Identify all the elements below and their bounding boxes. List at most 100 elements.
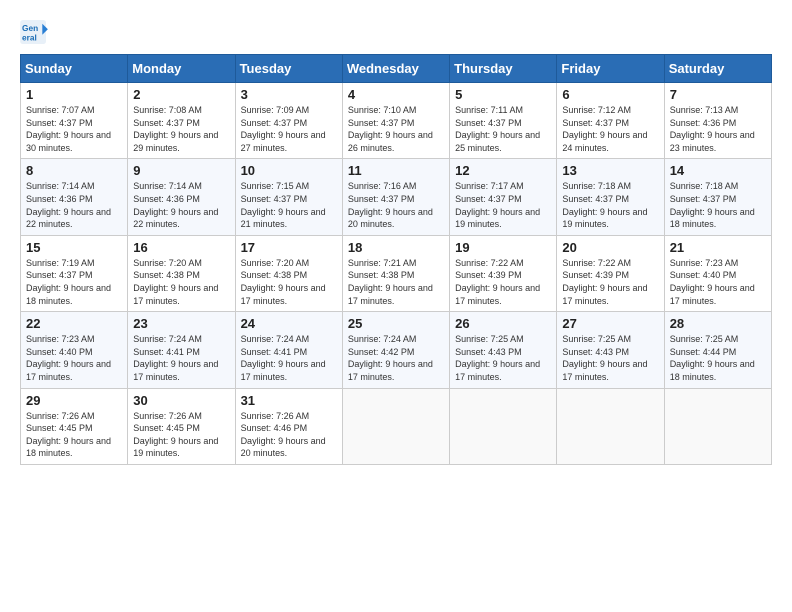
day-info: Sunrise: 7:23 AM Sunset: 4:40 PM Dayligh…: [26, 333, 122, 383]
day-cell: 20 Sunrise: 7:22 AM Sunset: 4:39 PM Dayl…: [557, 235, 664, 311]
day-number: 8: [26, 163, 122, 178]
day-info: Sunrise: 7:22 AM Sunset: 4:39 PM Dayligh…: [562, 257, 658, 307]
day-cell: [450, 388, 557, 464]
day-info: Sunrise: 7:19 AM Sunset: 4:37 PM Dayligh…: [26, 257, 122, 307]
day-info: Sunrise: 7:20 AM Sunset: 4:38 PM Dayligh…: [133, 257, 229, 307]
week-row-5: 29 Sunrise: 7:26 AM Sunset: 4:45 PM Dayl…: [21, 388, 772, 464]
day-info: Sunrise: 7:08 AM Sunset: 4:37 PM Dayligh…: [133, 104, 229, 154]
day-cell: 19 Sunrise: 7:22 AM Sunset: 4:39 PM Dayl…: [450, 235, 557, 311]
day-cell: 13 Sunrise: 7:18 AM Sunset: 4:37 PM Dayl…: [557, 159, 664, 235]
day-number: 31: [241, 393, 337, 408]
day-number: 27: [562, 316, 658, 331]
header-day-sunday: Sunday: [21, 55, 128, 83]
day-info: Sunrise: 7:07 AM Sunset: 4:37 PM Dayligh…: [26, 104, 122, 154]
svg-text:eral: eral: [22, 32, 37, 42]
calendar-table: SundayMondayTuesdayWednesdayThursdayFrid…: [20, 54, 772, 465]
header-row: SundayMondayTuesdayWednesdayThursdayFrid…: [21, 55, 772, 83]
day-cell: 2 Sunrise: 7:08 AM Sunset: 4:37 PM Dayli…: [128, 83, 235, 159]
day-info: Sunrise: 7:25 AM Sunset: 4:43 PM Dayligh…: [562, 333, 658, 383]
header-day-friday: Friday: [557, 55, 664, 83]
day-number: 26: [455, 316, 551, 331]
day-number: 28: [670, 316, 766, 331]
day-cell: 3 Sunrise: 7:09 AM Sunset: 4:37 PM Dayli…: [235, 83, 342, 159]
day-cell: 26 Sunrise: 7:25 AM Sunset: 4:43 PM Dayl…: [450, 312, 557, 388]
day-number: 13: [562, 163, 658, 178]
day-number: 21: [670, 240, 766, 255]
logo: Gen eral: [20, 20, 52, 44]
day-cell: 24 Sunrise: 7:24 AM Sunset: 4:41 PM Dayl…: [235, 312, 342, 388]
day-number: 10: [241, 163, 337, 178]
header-day-thursday: Thursday: [450, 55, 557, 83]
week-row-4: 22 Sunrise: 7:23 AM Sunset: 4:40 PM Dayl…: [21, 312, 772, 388]
day-cell: 10 Sunrise: 7:15 AM Sunset: 4:37 PM Dayl…: [235, 159, 342, 235]
day-cell: [557, 388, 664, 464]
day-info: Sunrise: 7:16 AM Sunset: 4:37 PM Dayligh…: [348, 180, 444, 230]
day-cell: 14 Sunrise: 7:18 AM Sunset: 4:37 PM Dayl…: [664, 159, 771, 235]
day-number: 20: [562, 240, 658, 255]
day-cell: 6 Sunrise: 7:12 AM Sunset: 4:37 PM Dayli…: [557, 83, 664, 159]
day-cell: 1 Sunrise: 7:07 AM Sunset: 4:37 PM Dayli…: [21, 83, 128, 159]
day-number: 12: [455, 163, 551, 178]
day-info: Sunrise: 7:09 AM Sunset: 4:37 PM Dayligh…: [241, 104, 337, 154]
day-cell: 9 Sunrise: 7:14 AM Sunset: 4:36 PM Dayli…: [128, 159, 235, 235]
day-number: 25: [348, 316, 444, 331]
day-cell: 31 Sunrise: 7:26 AM Sunset: 4:46 PM Dayl…: [235, 388, 342, 464]
day-number: 29: [26, 393, 122, 408]
day-info: Sunrise: 7:14 AM Sunset: 4:36 PM Dayligh…: [133, 180, 229, 230]
day-info: Sunrise: 7:24 AM Sunset: 4:41 PM Dayligh…: [241, 333, 337, 383]
day-info: Sunrise: 7:24 AM Sunset: 4:41 PM Dayligh…: [133, 333, 229, 383]
day-cell: 4 Sunrise: 7:10 AM Sunset: 4:37 PM Dayli…: [342, 83, 449, 159]
day-info: Sunrise: 7:18 AM Sunset: 4:37 PM Dayligh…: [562, 180, 658, 230]
day-number: 6: [562, 87, 658, 102]
day-info: Sunrise: 7:12 AM Sunset: 4:37 PM Dayligh…: [562, 104, 658, 154]
day-number: 18: [348, 240, 444, 255]
day-number: 19: [455, 240, 551, 255]
day-cell: 28 Sunrise: 7:25 AM Sunset: 4:44 PM Dayl…: [664, 312, 771, 388]
header: Gen eral: [20, 20, 772, 44]
day-number: 1: [26, 87, 122, 102]
day-info: Sunrise: 7:23 AM Sunset: 4:40 PM Dayligh…: [670, 257, 766, 307]
week-row-1: 1 Sunrise: 7:07 AM Sunset: 4:37 PM Dayli…: [21, 83, 772, 159]
day-info: Sunrise: 7:22 AM Sunset: 4:39 PM Dayligh…: [455, 257, 551, 307]
day-number: 16: [133, 240, 229, 255]
day-info: Sunrise: 7:17 AM Sunset: 4:37 PM Dayligh…: [455, 180, 551, 230]
day-number: 24: [241, 316, 337, 331]
day-number: 5: [455, 87, 551, 102]
day-cell: 30 Sunrise: 7:26 AM Sunset: 4:45 PM Dayl…: [128, 388, 235, 464]
day-cell: 8 Sunrise: 7:14 AM Sunset: 4:36 PM Dayli…: [21, 159, 128, 235]
day-cell: 11 Sunrise: 7:16 AM Sunset: 4:37 PM Dayl…: [342, 159, 449, 235]
day-info: Sunrise: 7:21 AM Sunset: 4:38 PM Dayligh…: [348, 257, 444, 307]
day-number: 7: [670, 87, 766, 102]
day-cell: [664, 388, 771, 464]
day-info: Sunrise: 7:14 AM Sunset: 4:36 PM Dayligh…: [26, 180, 122, 230]
day-info: Sunrise: 7:26 AM Sunset: 4:45 PM Dayligh…: [133, 410, 229, 460]
day-number: 23: [133, 316, 229, 331]
day-number: 4: [348, 87, 444, 102]
day-cell: 23 Sunrise: 7:24 AM Sunset: 4:41 PM Dayl…: [128, 312, 235, 388]
day-cell: 29 Sunrise: 7:26 AM Sunset: 4:45 PM Dayl…: [21, 388, 128, 464]
day-cell: 15 Sunrise: 7:19 AM Sunset: 4:37 PM Dayl…: [21, 235, 128, 311]
day-info: Sunrise: 7:20 AM Sunset: 4:38 PM Dayligh…: [241, 257, 337, 307]
day-number: 2: [133, 87, 229, 102]
day-cell: 18 Sunrise: 7:21 AM Sunset: 4:38 PM Dayl…: [342, 235, 449, 311]
day-cell: 16 Sunrise: 7:20 AM Sunset: 4:38 PM Dayl…: [128, 235, 235, 311]
day-info: Sunrise: 7:26 AM Sunset: 4:46 PM Dayligh…: [241, 410, 337, 460]
day-info: Sunrise: 7:13 AM Sunset: 4:36 PM Dayligh…: [670, 104, 766, 154]
header-day-saturday: Saturday: [664, 55, 771, 83]
day-info: Sunrise: 7:15 AM Sunset: 4:37 PM Dayligh…: [241, 180, 337, 230]
day-cell: 7 Sunrise: 7:13 AM Sunset: 4:36 PM Dayli…: [664, 83, 771, 159]
day-info: Sunrise: 7:10 AM Sunset: 4:37 PM Dayligh…: [348, 104, 444, 154]
day-info: Sunrise: 7:11 AM Sunset: 4:37 PM Dayligh…: [455, 104, 551, 154]
header-day-monday: Monday: [128, 55, 235, 83]
header-day-tuesday: Tuesday: [235, 55, 342, 83]
day-cell: 12 Sunrise: 7:17 AM Sunset: 4:37 PM Dayl…: [450, 159, 557, 235]
day-cell: 5 Sunrise: 7:11 AM Sunset: 4:37 PM Dayli…: [450, 83, 557, 159]
day-cell: 17 Sunrise: 7:20 AM Sunset: 4:38 PM Dayl…: [235, 235, 342, 311]
day-cell: 27 Sunrise: 7:25 AM Sunset: 4:43 PM Dayl…: [557, 312, 664, 388]
week-row-3: 15 Sunrise: 7:19 AM Sunset: 4:37 PM Dayl…: [21, 235, 772, 311]
day-number: 11: [348, 163, 444, 178]
header-day-wednesday: Wednesday: [342, 55, 449, 83]
day-info: Sunrise: 7:18 AM Sunset: 4:37 PM Dayligh…: [670, 180, 766, 230]
day-number: 14: [670, 163, 766, 178]
day-number: 15: [26, 240, 122, 255]
